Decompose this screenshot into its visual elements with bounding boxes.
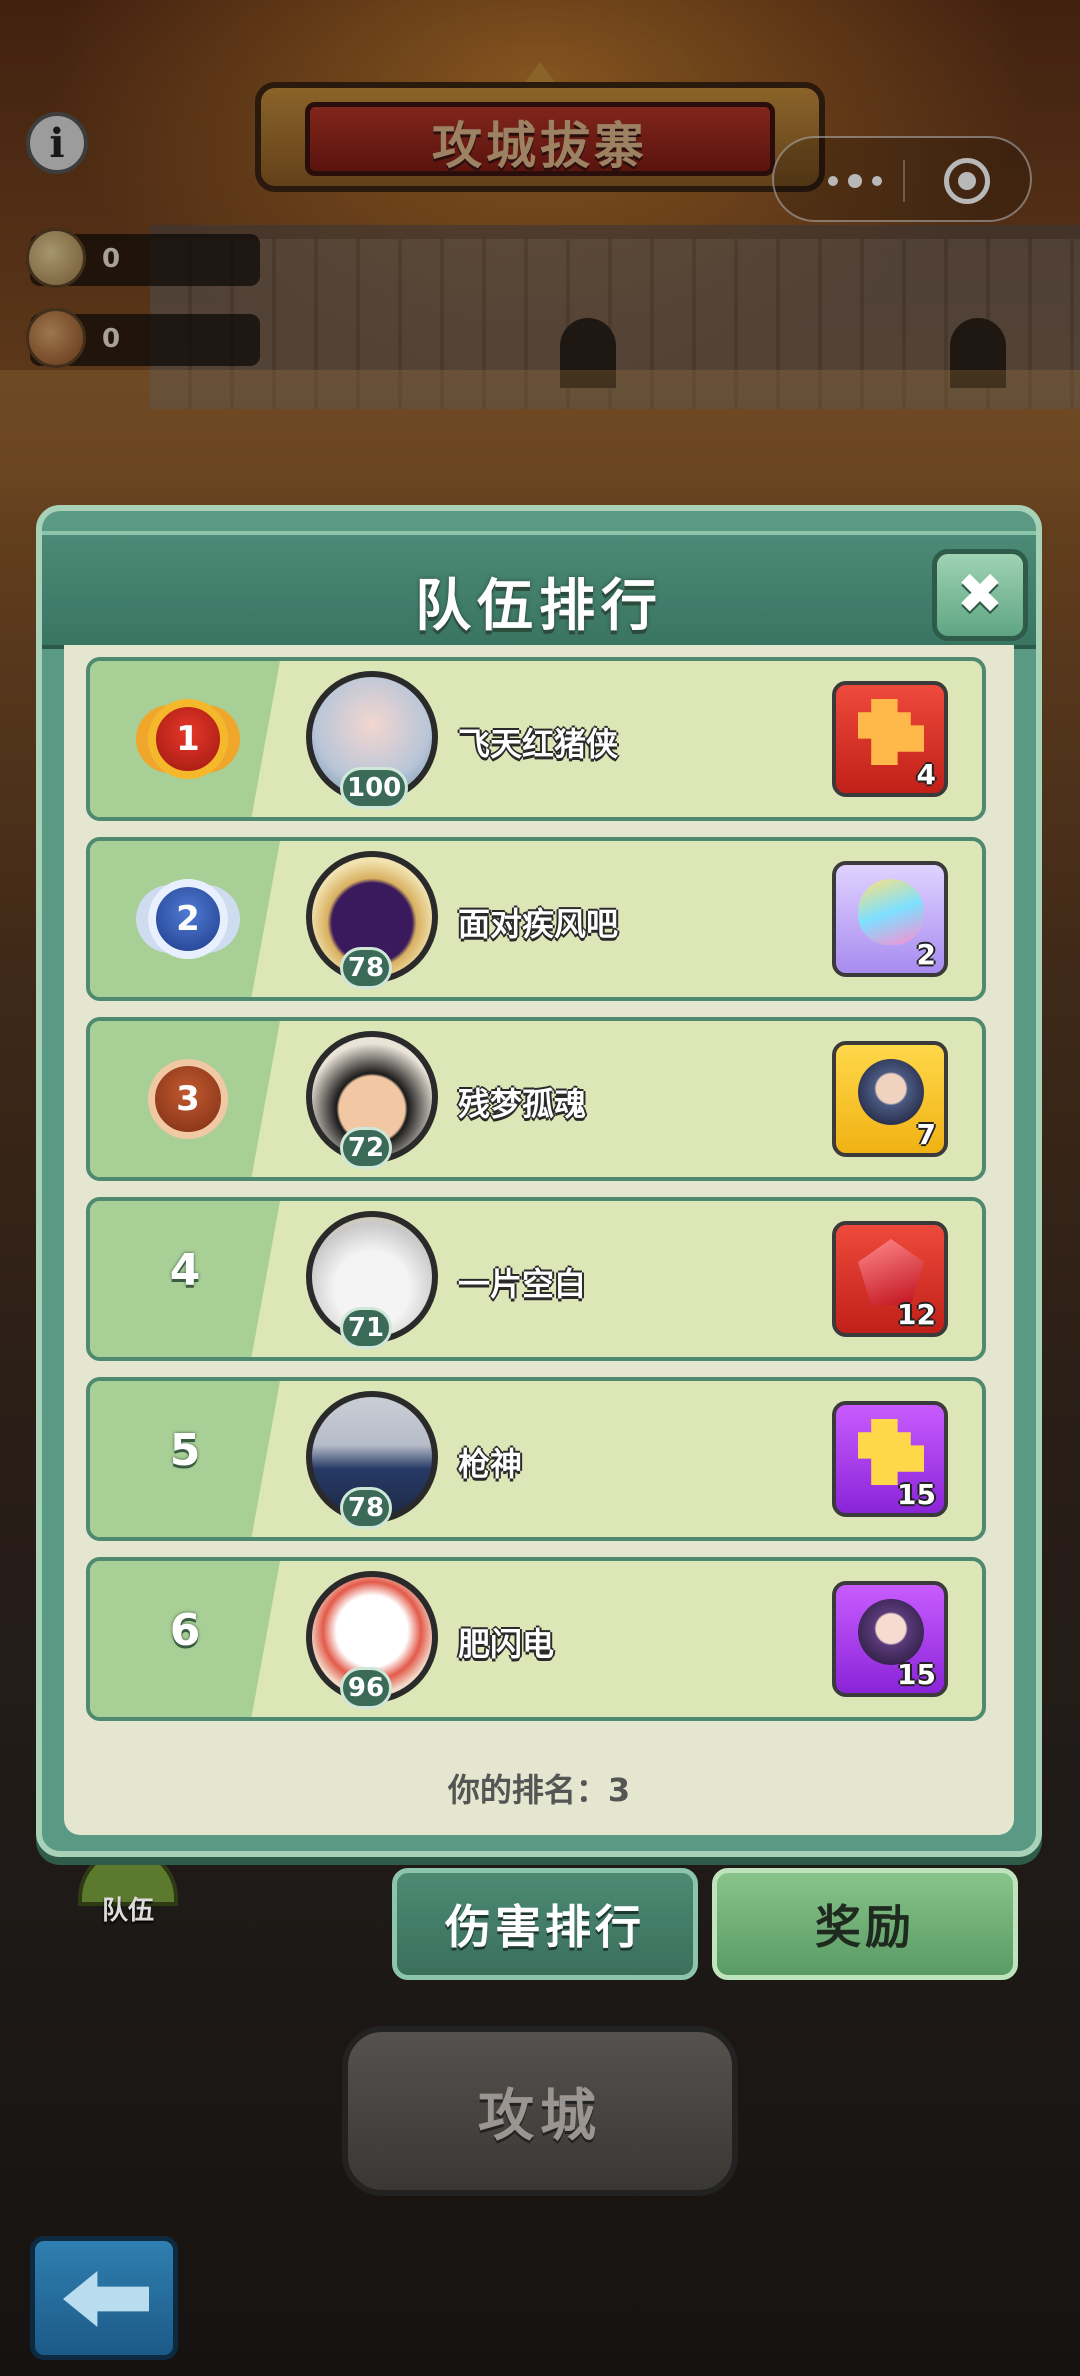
reward-quantity: 7 — [916, 1118, 936, 1151]
reward-quantity: 4 — [916, 758, 936, 791]
silver-medal-icon: 2 — [148, 879, 228, 959]
gem-icon — [858, 1239, 924, 1305]
level-badge: 96 — [340, 1667, 392, 1709]
panel-header: 队伍排行 ✖ — [42, 531, 1036, 649]
ranking-row: 1 100 飞天红猪侠 4 — [86, 657, 986, 821]
level-badge: 78 — [340, 947, 392, 989]
tab-reward[interactable]: 奖励 — [712, 1868, 1018, 1980]
ranking-row: 3 72 残梦孤魂 7 — [86, 1017, 986, 1181]
rank-number: 5 — [169, 1425, 201, 1476]
bronze-medal-icon: 3 — [148, 1059, 228, 1139]
reward-item[interactable]: 7 — [832, 1041, 948, 1157]
player-name: 面对疾风吧 — [458, 905, 619, 943]
reward-quantity: 15 — [897, 1658, 936, 1691]
back-button[interactable] — [30, 2236, 178, 2360]
player-name: 枪神 — [458, 1445, 523, 1483]
panel-title: 队伍排行 — [415, 574, 663, 639]
team-label[interactable]: 队伍 — [78, 1890, 178, 1927]
player-name: 肥闪电 — [458, 1625, 555, 1663]
level-badge: 71 — [340, 1307, 392, 1349]
player-name: 残梦孤魂 — [458, 1085, 587, 1123]
team-ranking-panel: 队伍排行 ✖ 1 100 飞天红猪侠 4 2 78 面对疾风吧 2 3 72 残… — [36, 505, 1042, 1857]
reward-item[interactable]: 15 — [832, 1581, 948, 1697]
gold-medal-icon: 1 — [148, 699, 228, 779]
close-icon: ✖ — [956, 562, 1004, 627]
reward-quantity: 15 — [897, 1478, 936, 1511]
tab-damage-ranking[interactable]: 伤害排行 — [392, 1868, 698, 1980]
attack-button[interactable]: 攻城 — [342, 2026, 738, 2196]
close-button[interactable]: ✖ — [932, 549, 1028, 641]
reward-quantity: 12 — [897, 1298, 936, 1331]
panel-body: 1 100 飞天红猪侠 4 2 78 面对疾风吧 2 3 72 残梦孤魂 7 4… — [64, 645, 1014, 1835]
player-name: 一片空白 — [458, 1265, 587, 1303]
player-name: 飞天红猪侠 — [458, 725, 619, 763]
reward-item[interactable]: 15 — [832, 1401, 948, 1517]
level-badge: 100 — [340, 767, 409, 809]
your-rank-text: 你的排名：3 — [447, 1771, 631, 1809]
puzzle-icon — [858, 1419, 924, 1485]
ranking-row: 4 71 一片空白 12 — [86, 1197, 986, 1361]
puzzle-icon — [858, 699, 924, 765]
rank-number: 6 — [169, 1605, 201, 1656]
ranking-list[interactable]: 1 100 飞天红猪侠 4 2 78 面对疾风吧 2 3 72 残梦孤魂 7 4… — [86, 657, 992, 1737]
back-arrow-icon — [63, 2271, 149, 2327]
reward-item[interactable]: 2 — [832, 861, 948, 977]
ranking-row: 2 78 面对疾风吧 2 — [86, 837, 986, 1001]
hero-piece-icon — [858, 1599, 924, 1665]
ranking-row: 5 78 枪神 15 — [86, 1377, 986, 1541]
hero-piece-icon — [858, 1059, 924, 1125]
reward-item[interactable]: 12 — [832, 1221, 948, 1337]
reward-item[interactable]: 4 — [832, 681, 948, 797]
level-badge: 72 — [340, 1127, 392, 1169]
reward-quantity: 2 — [916, 938, 936, 971]
level-badge: 78 — [340, 1487, 392, 1529]
rank-number: 4 — [169, 1245, 201, 1296]
ranking-row: 6 96 肥闪电 15 — [86, 1557, 986, 1721]
egg-icon — [858, 879, 924, 945]
